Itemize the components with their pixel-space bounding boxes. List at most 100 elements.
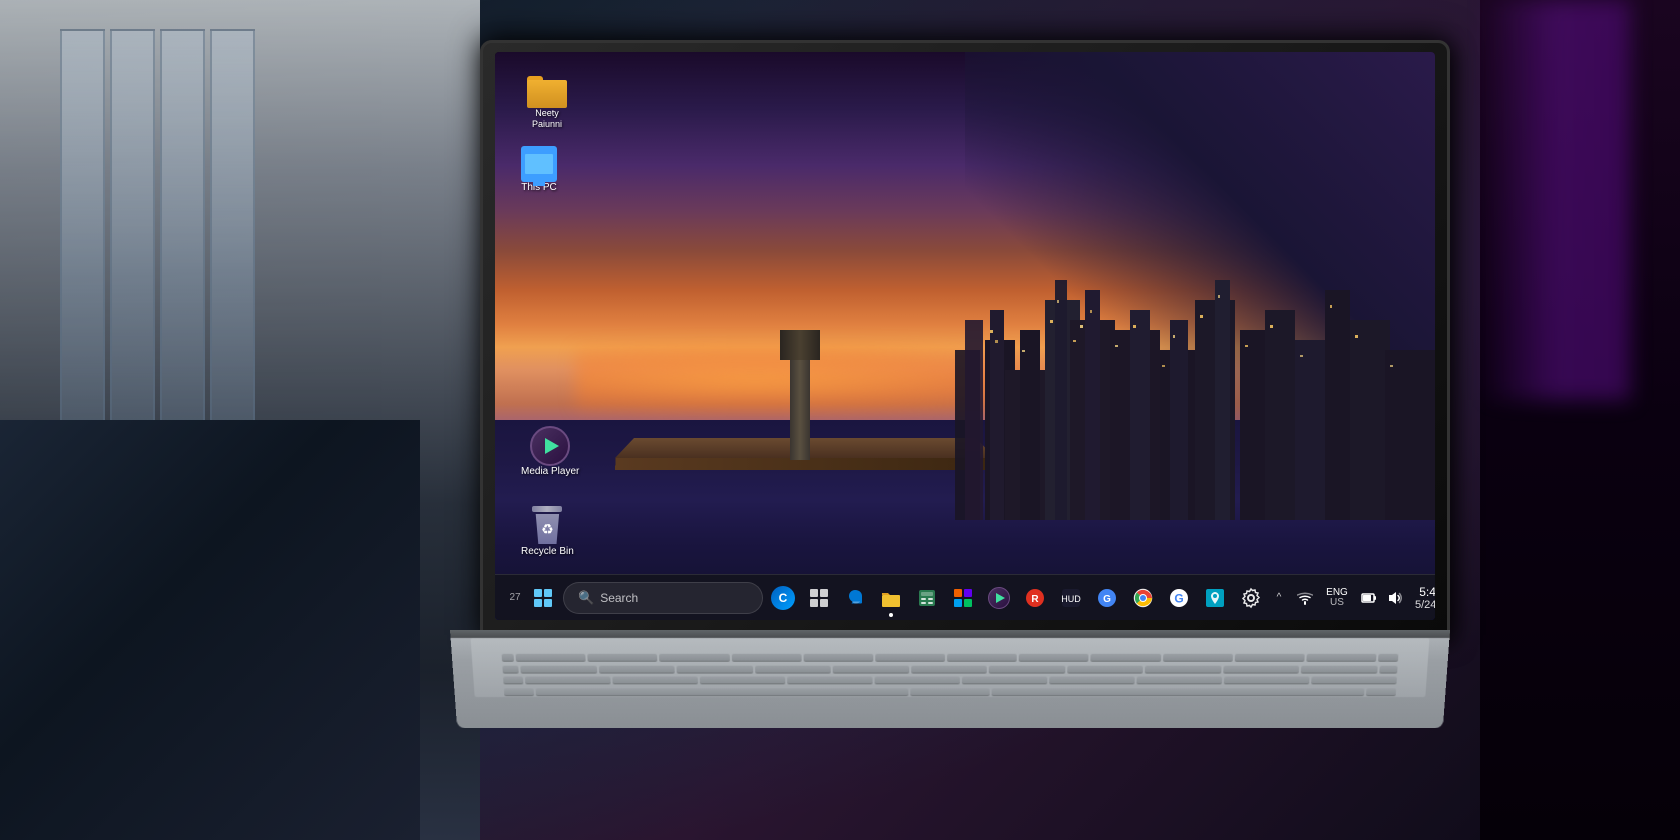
key[interactable] <box>1379 665 1397 673</box>
key[interactable] <box>503 677 523 685</box>
shelf-area <box>0 420 420 840</box>
key[interactable] <box>1163 654 1233 662</box>
app-icon-3[interactable]: G <box>1091 582 1123 614</box>
key[interactable] <box>910 688 989 696</box>
settings-button[interactable] <box>1235 582 1267 614</box>
key[interactable] <box>947 654 1017 662</box>
city-buildings-svg <box>955 270 1435 520</box>
desktop-icon-this-pc[interactable]: This PC <box>517 142 561 198</box>
key[interactable] <box>700 677 786 685</box>
clock-date: 5/24/2023 <box>1415 599 1435 611</box>
key[interactable] <box>1145 665 1221 673</box>
svg-text:G: G <box>1103 594 1111 605</box>
media-icon-shape <box>530 426 570 466</box>
media-player-taskbar-button[interactable] <box>983 582 1015 614</box>
key[interactable] <box>677 665 753 673</box>
google-app-button[interactable]: G <box>1163 582 1195 614</box>
calculator-button[interactable] <box>911 582 943 614</box>
recycle-arrows: ♻ <box>541 521 554 538</box>
maps-icon <box>1204 587 1226 609</box>
clock-time: 5:40 PM <box>1419 585 1435 599</box>
battery-button[interactable] <box>1357 586 1381 610</box>
chevron-button[interactable]: ^ <box>1267 586 1291 610</box>
store-icon <box>952 587 974 609</box>
key[interactable] <box>504 688 534 696</box>
file-explorer-active-dot <box>889 613 893 617</box>
desktop-icon-media-player[interactable]: Media Player <box>517 422 583 482</box>
app-icon-1[interactable]: R <box>1019 582 1051 614</box>
key[interactable] <box>992 688 1365 696</box>
taskbar-center: 🔍 Search C <box>527 582 1267 614</box>
key[interactable] <box>1223 665 1299 673</box>
key[interactable] <box>659 654 729 662</box>
key[interactable] <box>1366 688 1396 696</box>
key[interactable] <box>598 665 674 673</box>
desktop-icon-recycle-bin[interactable]: ♻ Recycle Bin <box>517 502 578 562</box>
clock[interactable]: 5:40 PM 5/24/2023 <box>1409 583 1435 613</box>
lighthouse-body <box>790 360 810 460</box>
task-view-button[interactable] <box>803 582 835 614</box>
app-icon-2[interactable]: HUD <box>1055 582 1087 614</box>
key[interactable] <box>1136 677 1222 685</box>
key[interactable] <box>1306 654 1376 662</box>
key[interactable] <box>803 654 873 662</box>
volume-button[interactable] <box>1383 586 1407 610</box>
edge-icon <box>844 587 866 609</box>
key[interactable] <box>1311 677 1397 685</box>
media-player-label: Media Player <box>521 466 579 478</box>
file-explorer-button[interactable] <box>875 582 907 614</box>
key[interactable] <box>1019 654 1089 662</box>
store-button[interactable] <box>947 582 979 614</box>
key[interactable] <box>1224 677 1310 685</box>
folder-icon-label: NeetyPaiunni <box>532 108 562 130</box>
key[interactable] <box>731 654 801 662</box>
key[interactable] <box>875 654 945 662</box>
windows-logo <box>534 589 552 607</box>
taskbar-number-indicator[interactable]: 27 <box>503 580 527 616</box>
key[interactable] <box>612 677 698 685</box>
search-icon: 🔍 <box>578 590 594 606</box>
key[interactable] <box>755 665 831 673</box>
chrome-button[interactable] <box>1127 582 1159 614</box>
key[interactable] <box>502 654 514 662</box>
lighthouse-top <box>780 330 820 360</box>
folder-icon-shape <box>527 76 567 108</box>
edge-button[interactable] <box>839 582 871 614</box>
key[interactable] <box>989 665 1065 673</box>
system-tray: ^ ENG US <box>1267 580 1435 616</box>
maps-button[interactable] <box>1199 582 1231 614</box>
key[interactable] <box>787 677 873 685</box>
laptop-base-surface <box>471 638 1430 697</box>
key[interactable] <box>587 654 657 662</box>
key[interactable] <box>911 665 987 673</box>
lang-us: US <box>1330 598 1344 608</box>
win-quad-tl <box>534 589 542 597</box>
desktop-icon-folder[interactable]: NeetyPaiunni <box>523 72 571 134</box>
laptop-base <box>450 630 1450 728</box>
key[interactable] <box>875 677 960 685</box>
key[interactable] <box>1301 665 1378 673</box>
recycle-bin-label: Recycle Bin <box>521 546 574 558</box>
key[interactable] <box>1049 677 1135 685</box>
app1-icon: R <box>1024 587 1046 609</box>
media-play-tb <box>996 593 1005 603</box>
key[interactable] <box>525 677 611 685</box>
svg-text:G: G <box>1174 591 1183 605</box>
volume-icon <box>1387 590 1403 606</box>
search-bar[interactable]: 🔍 Search <box>563 582 763 614</box>
key[interactable] <box>1234 654 1304 662</box>
wifi-button[interactable] <box>1293 586 1317 610</box>
key[interactable] <box>833 665 909 673</box>
copilot-icon: C <box>771 586 795 610</box>
language-button[interactable]: ENG US <box>1319 580 1355 616</box>
key[interactable] <box>516 654 586 662</box>
key[interactable] <box>1378 654 1398 662</box>
key[interactable] <box>502 665 518 673</box>
key[interactable] <box>536 688 909 696</box>
key[interactable] <box>962 677 1047 685</box>
start-button[interactable] <box>527 582 559 614</box>
copilot-button[interactable]: C <box>767 582 799 614</box>
key[interactable] <box>1067 665 1143 673</box>
key[interactable] <box>1091 654 1161 662</box>
key[interactable] <box>520 665 597 673</box>
